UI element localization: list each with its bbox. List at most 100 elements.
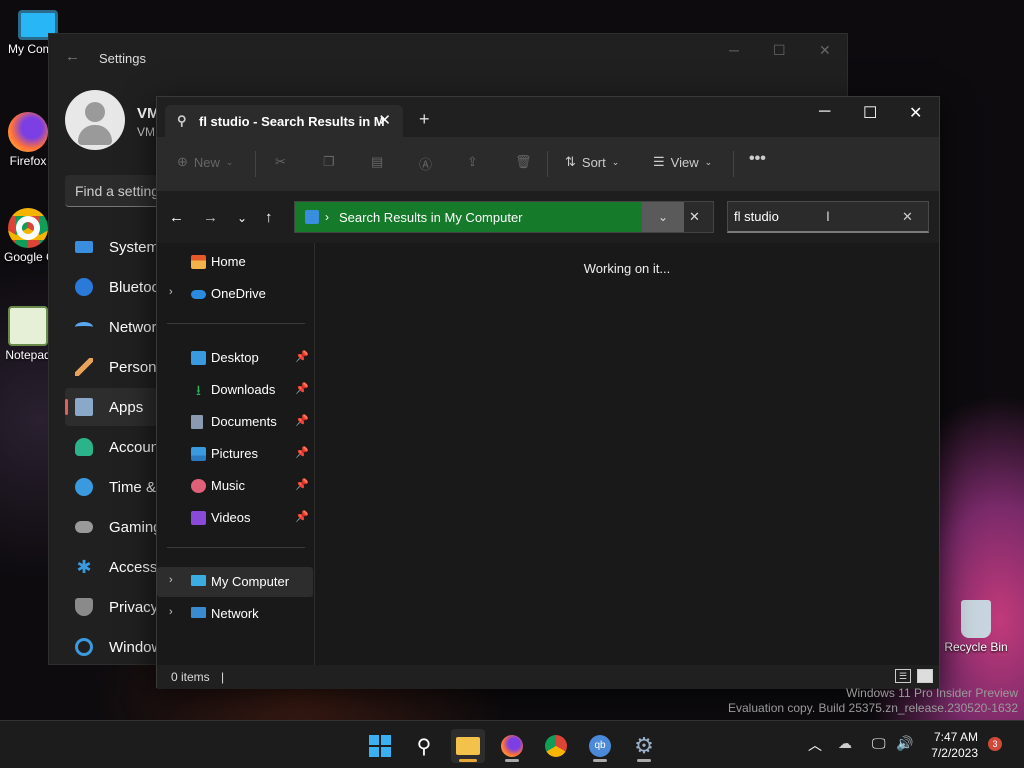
copy-icon[interactable]: ❐ — [323, 154, 335, 170]
desktop-icon-recycle-bin[interactable]: Recycle Bin — [944, 600, 1008, 654]
expand-chevron-icon[interactable]: › — [169, 574, 173, 586]
settings-title: Settings — [99, 51, 146, 66]
avatar[interactable] — [65, 90, 125, 150]
computer-icon — [191, 575, 206, 586]
new-tab-icon[interactable]: + — [419, 109, 430, 130]
nav-item-music[interactable]: Music 📌 — [157, 471, 313, 501]
up-arrow-icon[interactable]: ↑ — [265, 209, 273, 226]
delete-icon[interactable]: 🗑 — [515, 154, 532, 170]
bluetooth-icon — [75, 278, 93, 296]
tiles-view-icon[interactable] — [917, 669, 933, 683]
nav-item-label: Network — [211, 606, 259, 621]
taskbar-qbittorrent[interactable]: qb — [583, 729, 617, 763]
taskbar-firefox[interactable] — [495, 729, 529, 763]
desktop-icon-chrome[interactable]: Google Chrome — [4, 208, 52, 264]
nav-item-my-computer[interactable]: › My Computer — [157, 567, 313, 597]
desktop-icon-notepad[interactable]: Notepad — [4, 306, 52, 362]
minimize-icon[interactable]: ─ — [729, 42, 739, 58]
back-arrow-icon[interactable]: ← — [65, 48, 80, 65]
address-bar[interactable]: › Search Results in My Computer ⌄ ✕ — [294, 201, 714, 233]
close-icon[interactable]: ✕ — [819, 42, 831, 59]
chrome-icon — [8, 208, 48, 248]
maximize-icon[interactable]: ☐ — [863, 103, 877, 123]
back-arrow-icon[interactable]: ← — [169, 209, 184, 226]
show-hidden-icons-chevron-icon[interactable]: ︿ — [808, 735, 822, 755]
download-icon: ⭳ — [196, 382, 201, 398]
taskbar-settings[interactable]: ⚙ — [627, 729, 661, 763]
network-status-icon[interactable]: 🖵 — [872, 735, 886, 752]
breadcrumb-chevron-icon: › — [325, 210, 329, 224]
network-icon — [191, 607, 206, 618]
pin-icon[interactable]: 📌 — [295, 382, 309, 395]
videos-icon — [191, 511, 206, 525]
search-button[interactable]: ⚲ — [407, 729, 441, 763]
rename-icon[interactable]: Ⓐ — [419, 154, 432, 173]
nav-item-videos[interactable]: Videos 📌 — [157, 503, 313, 533]
volume-icon[interactable]: 🔊 — [896, 735, 913, 752]
new-button[interactable]: ⊕ New ⌄ — [177, 154, 233, 170]
running-indicator — [505, 759, 519, 762]
folder-icon — [456, 737, 480, 755]
view-button[interactable]: ☰ View ⌄ — [653, 154, 712, 170]
view-label: View — [670, 154, 699, 170]
minimize-icon[interactable]: ─ — [819, 103, 830, 121]
system-icon — [75, 241, 93, 253]
pin-icon[interactable]: 📌 — [295, 350, 309, 363]
file-list-area[interactable]: Working on it... — [315, 243, 939, 665]
nav-item-onedrive[interactable]: › OneDrive — [157, 279, 313, 309]
command-bar: ⊕ New ⌄ ✂ ❐ ▤ Ⓐ ⇪ 🗑 ⇅ Sort ⌄ ☰ View ⌄ ••• — [157, 137, 939, 191]
nav-item-documents[interactable]: Documents 📌 — [157, 407, 313, 437]
search-progress-text: Working on it... — [583, 261, 671, 276]
sort-button[interactable]: ⇅ Sort ⌄ — [565, 154, 619, 170]
close-icon[interactable]: ✕ — [909, 103, 922, 123]
stop-search-icon[interactable]: ✕ — [689, 209, 700, 225]
details-view-icon[interactable]: ☰ — [895, 669, 911, 683]
expand-chevron-icon[interactable]: › — [169, 606, 173, 618]
more-options-icon[interactable]: ••• — [749, 150, 766, 168]
nav-item-desktop[interactable]: Desktop 📌 — [157, 343, 313, 373]
pin-icon[interactable]: 📌 — [295, 510, 309, 523]
nav-item-label: Downloads — [211, 382, 276, 397]
desktop-icon-label: Recycle Bin — [944, 640, 1008, 654]
address-dropdown-chevron-icon[interactable]: ⌄ — [642, 202, 684, 232]
maximize-icon[interactable]: ☐ — [773, 42, 786, 59]
nav-item-label: Videos — [211, 510, 251, 525]
home-icon — [191, 255, 206, 269]
tab-strip: ⚲ fl studio - Search Results in M ✕ + ─ … — [157, 97, 939, 137]
nav-item-label: Home — [211, 254, 246, 269]
nav-item-pictures[interactable]: Pictures 📌 — [157, 439, 313, 469]
notification-badge[interactable]: 3 — [988, 737, 1002, 751]
nav-item-home[interactable]: Home — [157, 247, 313, 277]
nav-item-network[interactable]: › Network — [157, 599, 313, 629]
search-input[interactable]: fl studio I ✕ — [727, 201, 929, 233]
share-icon[interactable]: ⇪ — [467, 154, 478, 170]
pin-icon[interactable]: 📌 — [295, 446, 309, 459]
forward-arrow-icon[interactable]: → — [203, 209, 218, 226]
pin-icon[interactable]: 📌 — [295, 478, 309, 491]
expand-chevron-icon[interactable]: › — [169, 286, 173, 298]
search-icon: ⚲ — [177, 113, 187, 128]
start-button[interactable] — [363, 729, 397, 763]
clock[interactable]: 7:47 AM 7/2/2023 — [922, 729, 978, 761]
cut-icon[interactable]: ✂ — [275, 154, 286, 170]
new-label: New — [193, 154, 220, 170]
tab-search-results[interactable]: ⚲ fl studio - Search Results in M ✕ — [165, 105, 403, 137]
clear-search-icon[interactable]: ✕ — [902, 209, 913, 225]
onedrive-offline-icon[interactable]: ☁ — [838, 735, 852, 752]
recent-locations-chevron-icon[interactable]: ⌄ — [237, 211, 247, 225]
address-path[interactable]: › Search Results in My Computer — [295, 202, 642, 232]
nav-item-downloads[interactable]: ⭳ Downloads 📌 — [157, 375, 313, 405]
close-tab-icon[interactable]: ✕ — [378, 111, 391, 129]
firefox-icon — [8, 112, 48, 152]
gear-icon: ⚙ — [634, 733, 654, 758]
divider — [167, 547, 305, 548]
search-results-folder-icon — [305, 210, 319, 224]
taskbar-chrome[interactable] — [539, 729, 573, 763]
paste-icon[interactable]: ▤ — [371, 154, 383, 170]
status-separator: | — [221, 670, 225, 684]
active-indicator — [459, 759, 477, 762]
pin-icon[interactable]: 📌 — [295, 414, 309, 427]
desktop-icon-firefox[interactable]: Firefox — [4, 112, 52, 168]
wifi-icon — [75, 322, 93, 332]
taskbar-file-explorer[interactable] — [451, 729, 485, 763]
